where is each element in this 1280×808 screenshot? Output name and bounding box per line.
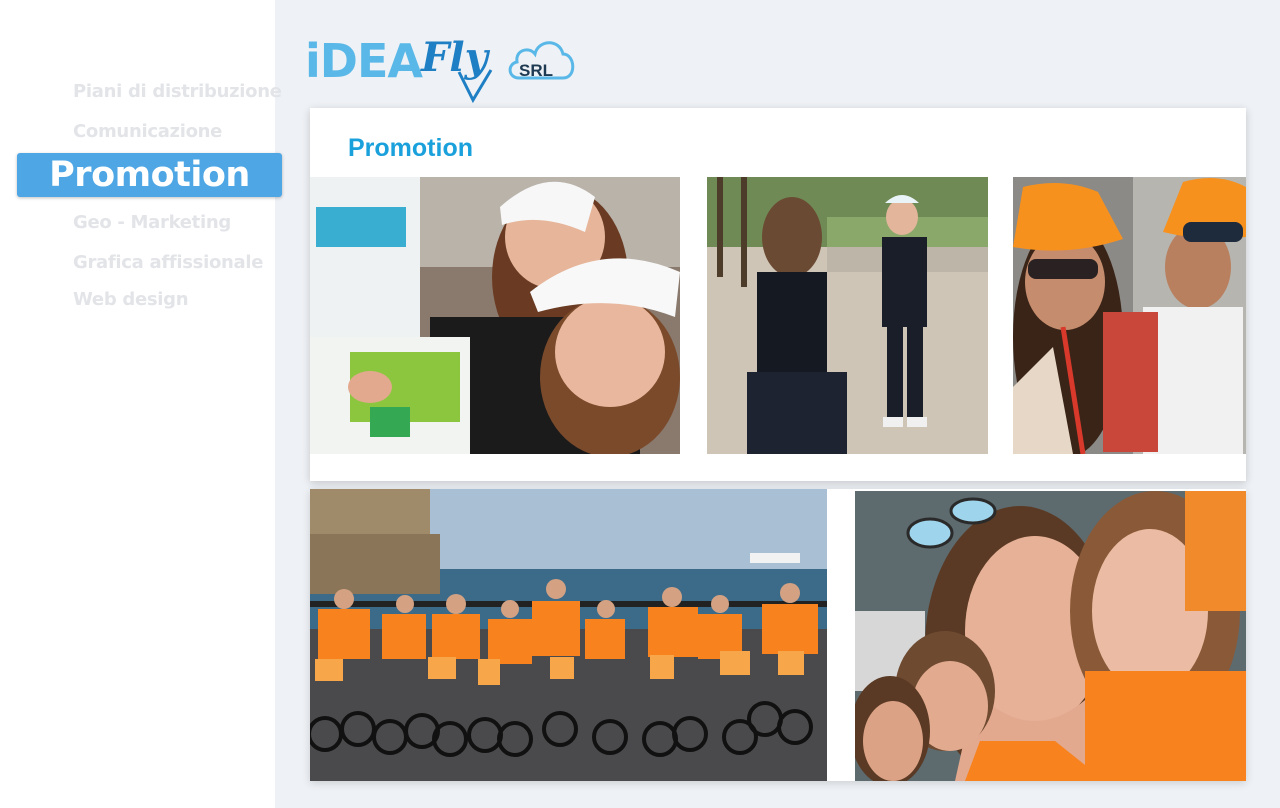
photo-selfie-flyers[interactable]: [310, 177, 680, 454]
logo-srl-text: SRL: [519, 61, 553, 80]
section-title: Promotion: [348, 134, 473, 162]
logo-idea-text: iDEA: [305, 34, 423, 88]
nav-item-geo-marketing[interactable]: Geo - Marketing: [73, 212, 231, 233]
nav-item-promotion-active[interactable]: Promotion: [17, 153, 282, 197]
brand-logo[interactable]: iDEA Fly SRL: [305, 28, 585, 106]
promotion-gallery-panel: Promotion: [310, 108, 1246, 481]
nav-item-comunicazione[interactable]: Comunicazione: [73, 121, 222, 142]
sidebar-nav: Piani di distribuzione Comunicazione Pro…: [0, 0, 282, 808]
promotion-gallery-bottom: [310, 489, 1246, 781]
photo-orange-hats[interactable]: [1013, 177, 1246, 454]
nav-item-grafica-affissionale[interactable]: Grafica affissionale: [73, 252, 263, 273]
photo-park-promoter[interactable]: [707, 177, 988, 454]
photo-group-selfie[interactable]: [855, 491, 1246, 781]
nav-item-web-design[interactable]: Web design: [73, 289, 189, 310]
nav-item-piani-di-distribuzione[interactable]: Piani di distribuzione: [73, 81, 282, 102]
logo-swoosh-icon: [457, 69, 493, 104]
photo-bike-team[interactable]: [310, 489, 827, 781]
